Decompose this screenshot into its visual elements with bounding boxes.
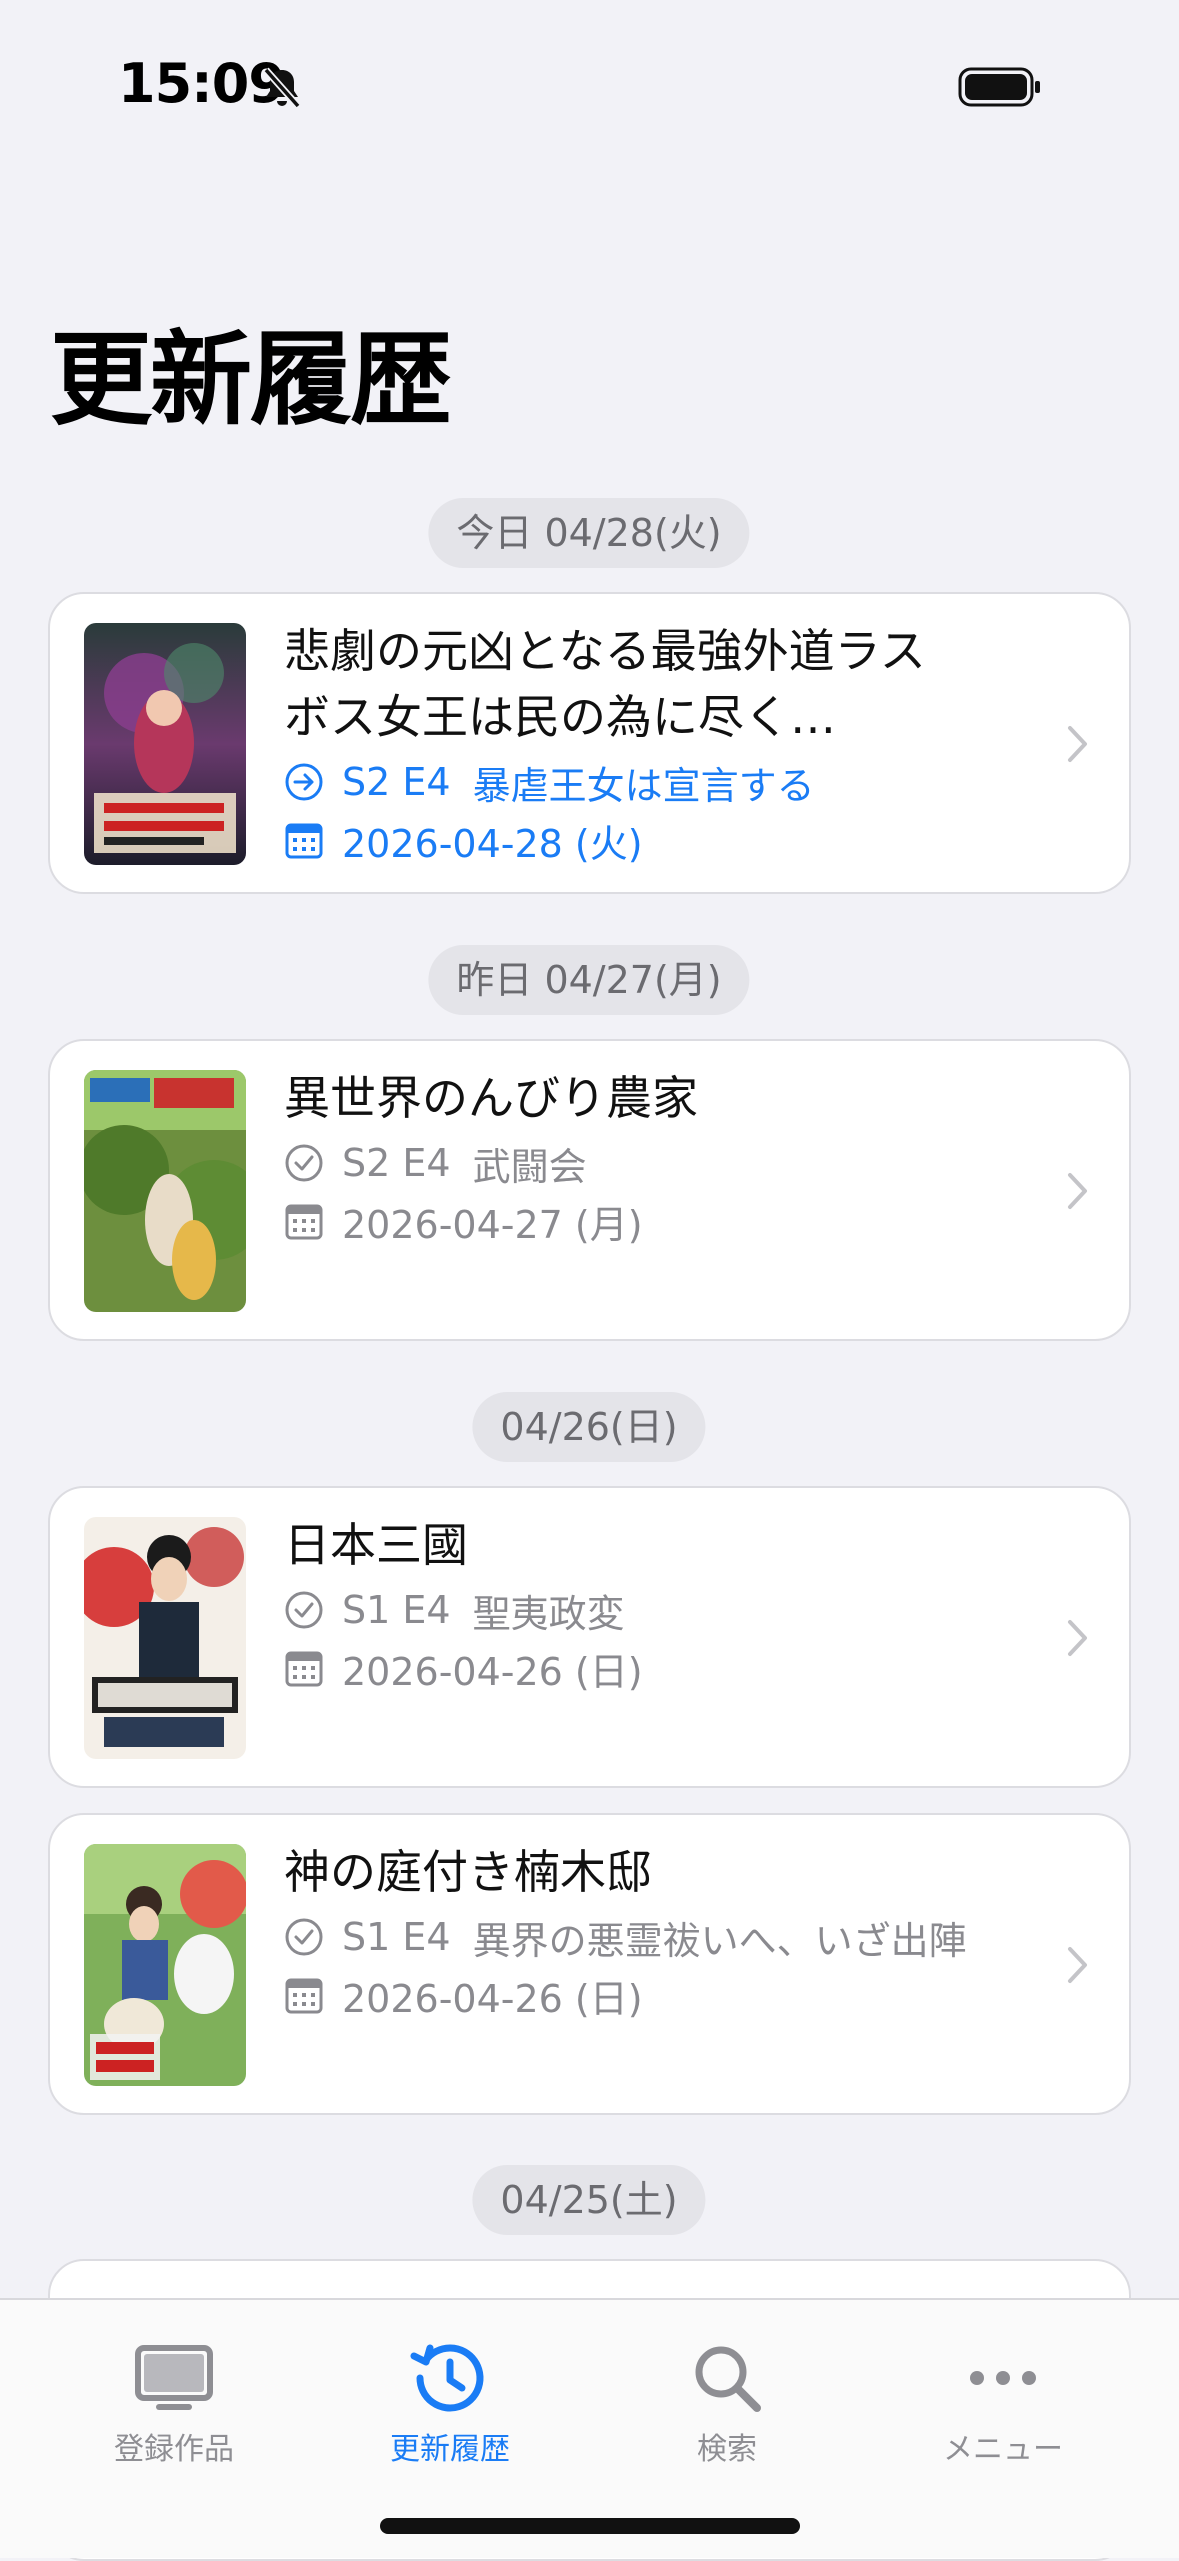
episode-title: 暴虐王女は宣言する — [472, 763, 815, 808]
episode-number: S1 E4 — [342, 1915, 451, 1959]
tab-search[interactable]: 検索 — [597, 2300, 857, 2500]
search-icon — [695, 2346, 761, 2412]
update-card[interactable]: 日本三國 S1 E4 聖夷政変 2026-04-26 (日) — [48, 1486, 1131, 1788]
episode-row: S1 E4 異界の悪霊祓いへ、いざ出陣 — [284, 1909, 967, 1965]
home-indicator — [380, 2518, 800, 2534]
episode-number: S2 E4 — [342, 1141, 451, 1185]
tv-icon — [135, 2345, 213, 2410]
update-card[interactable]: 悲劇の元凶となる最強外道ラスボス女王は民の為に尽く… S2 E4 暴虐王女は宣言… — [48, 592, 1131, 894]
anime-title: 神の庭付き楠木邸 — [284, 1845, 652, 1899]
more-icon — [970, 2371, 1036, 2385]
calendar-icon — [285, 823, 323, 859]
checkmark-circle-icon — [285, 1144, 323, 1182]
status-bar: 15:09 — [0, 0, 1179, 170]
chevron-right-icon — [1068, 1173, 1087, 1209]
episode-row: S1 E4 聖夷政変 — [284, 1582, 625, 1638]
arrow-circle-icon — [285, 763, 323, 801]
anime-title: 異世界のんびり農家 — [284, 1071, 698, 1125]
tab-label: 検索 — [697, 2432, 757, 2467]
anime-thumbnail — [84, 1517, 246, 1759]
checkmark-circle-icon — [285, 1591, 323, 1629]
anime-thumbnail — [84, 1070, 246, 1312]
tab-menu[interactable]: メニュー — [873, 2300, 1133, 2500]
calendar-icon — [285, 1978, 323, 2014]
episode-title: 武闘会 — [472, 1144, 587, 1189]
date-row: 2026-04-27 (月) — [284, 1193, 643, 1249]
air-date: 2026-04-28 (火) — [342, 821, 643, 866]
section-header-yesterday: 昨日 04/27(月) — [428, 945, 750, 1015]
episode-title: 聖夷政変 — [472, 1591, 625, 1636]
date-row: 2026-04-26 (日) — [284, 1967, 643, 2023]
episode-row: S2 E4 武闘会 — [284, 1135, 587, 1191]
episode-row: S2 E4 暴虐王女は宣言する — [284, 754, 815, 810]
chevron-right-icon — [1068, 1947, 1087, 1983]
tab-label: メニュー — [943, 2432, 1063, 2467]
page-title: 更新履歴 — [50, 321, 452, 440]
anime-title: 悲劇の元凶となる最強外道ラスボス女王は民の為に尽く… — [284, 624, 926, 744]
section-header-date: 04/25(土) — [472, 2165, 706, 2235]
calendar-icon — [285, 1204, 323, 1240]
episode-title: 異界の悪霊祓いへ、いざ出陣 — [472, 1918, 967, 1963]
battery-icon — [958, 67, 1040, 107]
tab-history[interactable]: 更新履歴 — [320, 2300, 580, 2500]
chevron-right-icon — [1068, 1620, 1087, 1656]
tab-label: 更新履歴 — [390, 2432, 510, 2467]
tab-registered[interactable]: 登録作品 — [44, 2300, 304, 2500]
update-card[interactable]: 神の庭付き楠木邸 S1 E4 異界の悪霊祓いへ、いざ出陣 2026-04-26 … — [48, 1813, 1131, 2115]
calendar-icon — [285, 1651, 323, 1687]
section-header-today: 今日 04/28(火) — [428, 498, 750, 568]
air-date: 2026-04-26 (日) — [342, 1976, 643, 2021]
history-icon — [410, 2344, 484, 2412]
bell-slash-icon — [263, 67, 301, 109]
air-date: 2026-04-26 (日) — [342, 1649, 643, 1694]
air-date: 2026-04-27 (月) — [342, 1202, 643, 1247]
chevron-right-icon — [1068, 726, 1087, 762]
anime-thumbnail — [84, 623, 246, 865]
update-card[interactable]: 異世界のんびり農家 S2 E4 武闘会 2026-04-27 (月) — [48, 1039, 1131, 1341]
date-row: 2026-04-26 (日) — [284, 1640, 643, 1696]
checkmark-circle-icon — [285, 1918, 323, 1956]
episode-number: S1 E4 — [342, 1588, 451, 1632]
episode-number: S2 E4 — [342, 760, 451, 804]
anime-thumbnail — [84, 1844, 246, 2086]
tab-label: 登録作品 — [114, 2432, 234, 2467]
anime-title: 日本三國 — [284, 1518, 468, 1572]
section-header-date: 04/26(日) — [472, 1392, 706, 1462]
date-row: 2026-04-28 (火) — [284, 812, 643, 868]
